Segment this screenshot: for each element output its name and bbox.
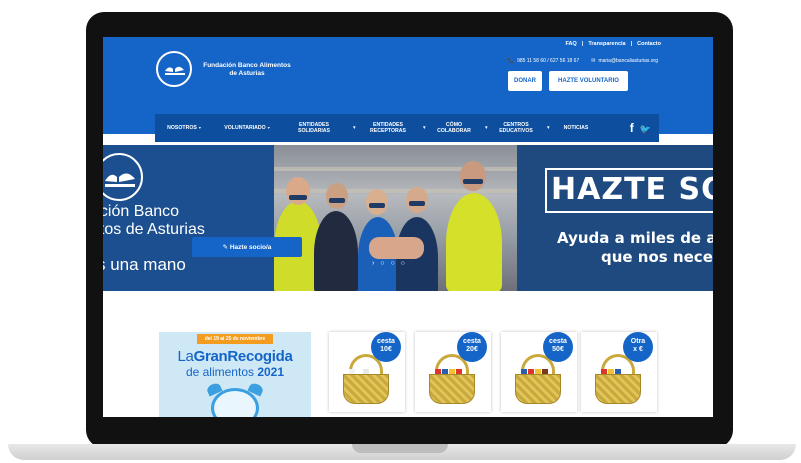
volunteers-photo: › ○ ○ ○	[274, 145, 517, 291]
volunteer-head	[326, 183, 348, 209]
hero-left-subtitle: s una mano	[103, 255, 186, 274]
volunteer-head	[366, 189, 388, 215]
face-mask	[329, 198, 345, 203]
hero-right-panel: HAZTE SO Ayuda a miles de a que nos nece	[517, 145, 713, 291]
face-mask	[463, 179, 483, 184]
shelf	[274, 189, 517, 193]
laptop-notch	[352, 444, 448, 453]
cesta-otra-card[interactable]: Otra x €	[581, 332, 657, 412]
logo-text[interactable]: Fundación Banco Alimentos de Asturias	[197, 62, 297, 78]
hero-right-line1: Ayuda a miles de a	[557, 229, 713, 247]
social-links: f 🐦	[630, 121, 651, 135]
volunteer-head	[406, 187, 428, 213]
promo-title: LaGranRecogida	[177, 348, 293, 365]
faq-link[interactable]: FAQ	[565, 41, 576, 47]
foundation-logo-icon	[103, 153, 143, 201]
top-links: FAQ | Transparencia | Contacto	[565, 41, 661, 47]
face-mask	[369, 203, 385, 208]
contact-line: 📞 985 11 58 60 / 627 56 18 67 ✉ maria@banca…	[508, 58, 658, 64]
transparencia-link[interactable]: Transparencia	[588, 41, 625, 47]
joined-hands	[369, 237, 424, 259]
basket-icon	[429, 374, 475, 404]
separator: |	[630, 41, 633, 47]
chevron-down-icon: ▾	[423, 124, 426, 131]
browser-viewport: Fundación Banco Alimentos de Asturias FA…	[103, 37, 713, 417]
nav-item-noticias[interactable]: NOTICIAS	[553, 125, 599, 132]
main-nav: NOSOTROS ▾ VOLUNTARIADO ▾ ENTIDADES SOLIDAR…	[155, 114, 659, 142]
email-icon: ✉	[591, 58, 596, 64]
volunteer-head	[286, 177, 310, 205]
hazte-voluntario-button[interactable]: HAZTE VOLUNTARIO	[549, 71, 628, 91]
hero-right-line2: que nos nece	[601, 248, 713, 266]
nav-item-voluntariado[interactable]: VOLUNTARIADO ▾	[213, 125, 281, 132]
promo-dates: del 19 al 25 de noviembre	[197, 334, 273, 344]
chevron-down-icon: ▾	[353, 124, 356, 131]
promo-subtitle: de alimentos 2021	[185, 365, 285, 379]
logo-text-line2: de Asturias	[229, 70, 265, 77]
phone-icon: 📞	[507, 58, 515, 64]
cesta-20-card[interactable]: cesta 20€	[415, 332, 491, 412]
chevron-down-icon: ▾	[485, 124, 488, 131]
separator: |	[581, 41, 584, 47]
nav-divider	[155, 143, 659, 144]
slider-dots[interactable]: › ○ ○ ○	[372, 260, 407, 267]
basket-icon	[595, 374, 641, 404]
cesta-price-badge: cesta 50€	[543, 332, 573, 362]
hazte-socio-title: HAZTE SO	[551, 172, 713, 207]
chevron-down-icon: ▾	[547, 124, 550, 131]
nav-item-entidades-solidarias[interactable]: ENTIDADES SOLIDARIAS	[281, 122, 347, 135]
email-address[interactable]: maria@bancaliasturias.org	[598, 58, 658, 64]
hazte-socio-button[interactable]: ✎ Hazte socio/a	[192, 237, 302, 257]
cesta-price-badge: cesta 20€	[457, 332, 487, 362]
hero-left-title: ación Banco ntos de Asturias	[103, 203, 205, 238]
volunteer-figure	[314, 211, 358, 291]
basket-icon	[343, 374, 389, 404]
foundation-logo-icon[interactable]	[156, 51, 192, 87]
volunteer-figure	[446, 193, 502, 291]
cesta-price-badge: cesta 10€	[371, 332, 401, 362]
face-mask	[289, 195, 307, 200]
nav-item-nosotros[interactable]: NOSOTROS ▾	[155, 125, 213, 132]
chevron-down-icon: ▾	[267, 124, 270, 130]
logo-text-line1: Fundación Banco Alimentos	[203, 62, 291, 69]
chevron-down-icon: ▾	[198, 124, 201, 130]
facebook-icon[interactable]: f	[630, 121, 634, 135]
nav-item-entidades-receptoras[interactable]: ENTIDADES RECEPTORAS	[359, 122, 417, 135]
gran-recogida-banner[interactable]: del 19 al 25 de noviembre LaGranRecogida…	[159, 332, 311, 417]
contacto-link[interactable]: Contacto	[637, 41, 661, 47]
cesta-price-badge: Otra x €	[623, 332, 653, 362]
nav-item-centros-educativos[interactable]: CENTROS EDUCATIVOS	[491, 122, 541, 135]
face-mask	[409, 201, 425, 206]
phone-number[interactable]: 985 11 58 60 / 627 56 18 67	[517, 58, 579, 64]
cesta-50-card[interactable]: cesta 50€	[501, 332, 577, 412]
donar-button[interactable]: DONAR	[508, 71, 542, 91]
volunteer-head	[460, 161, 486, 191]
nav-item-como-colaborar[interactable]: CÓMO COLABORAR	[429, 122, 479, 135]
hero-slider[interactable]: ación Banco ntos de Asturias s una mano	[103, 145, 713, 291]
basket-icon	[515, 374, 561, 404]
twitter-icon[interactable]: 🐦	[640, 124, 651, 134]
cesta-10-card[interactable]: cesta 10€	[329, 332, 405, 412]
